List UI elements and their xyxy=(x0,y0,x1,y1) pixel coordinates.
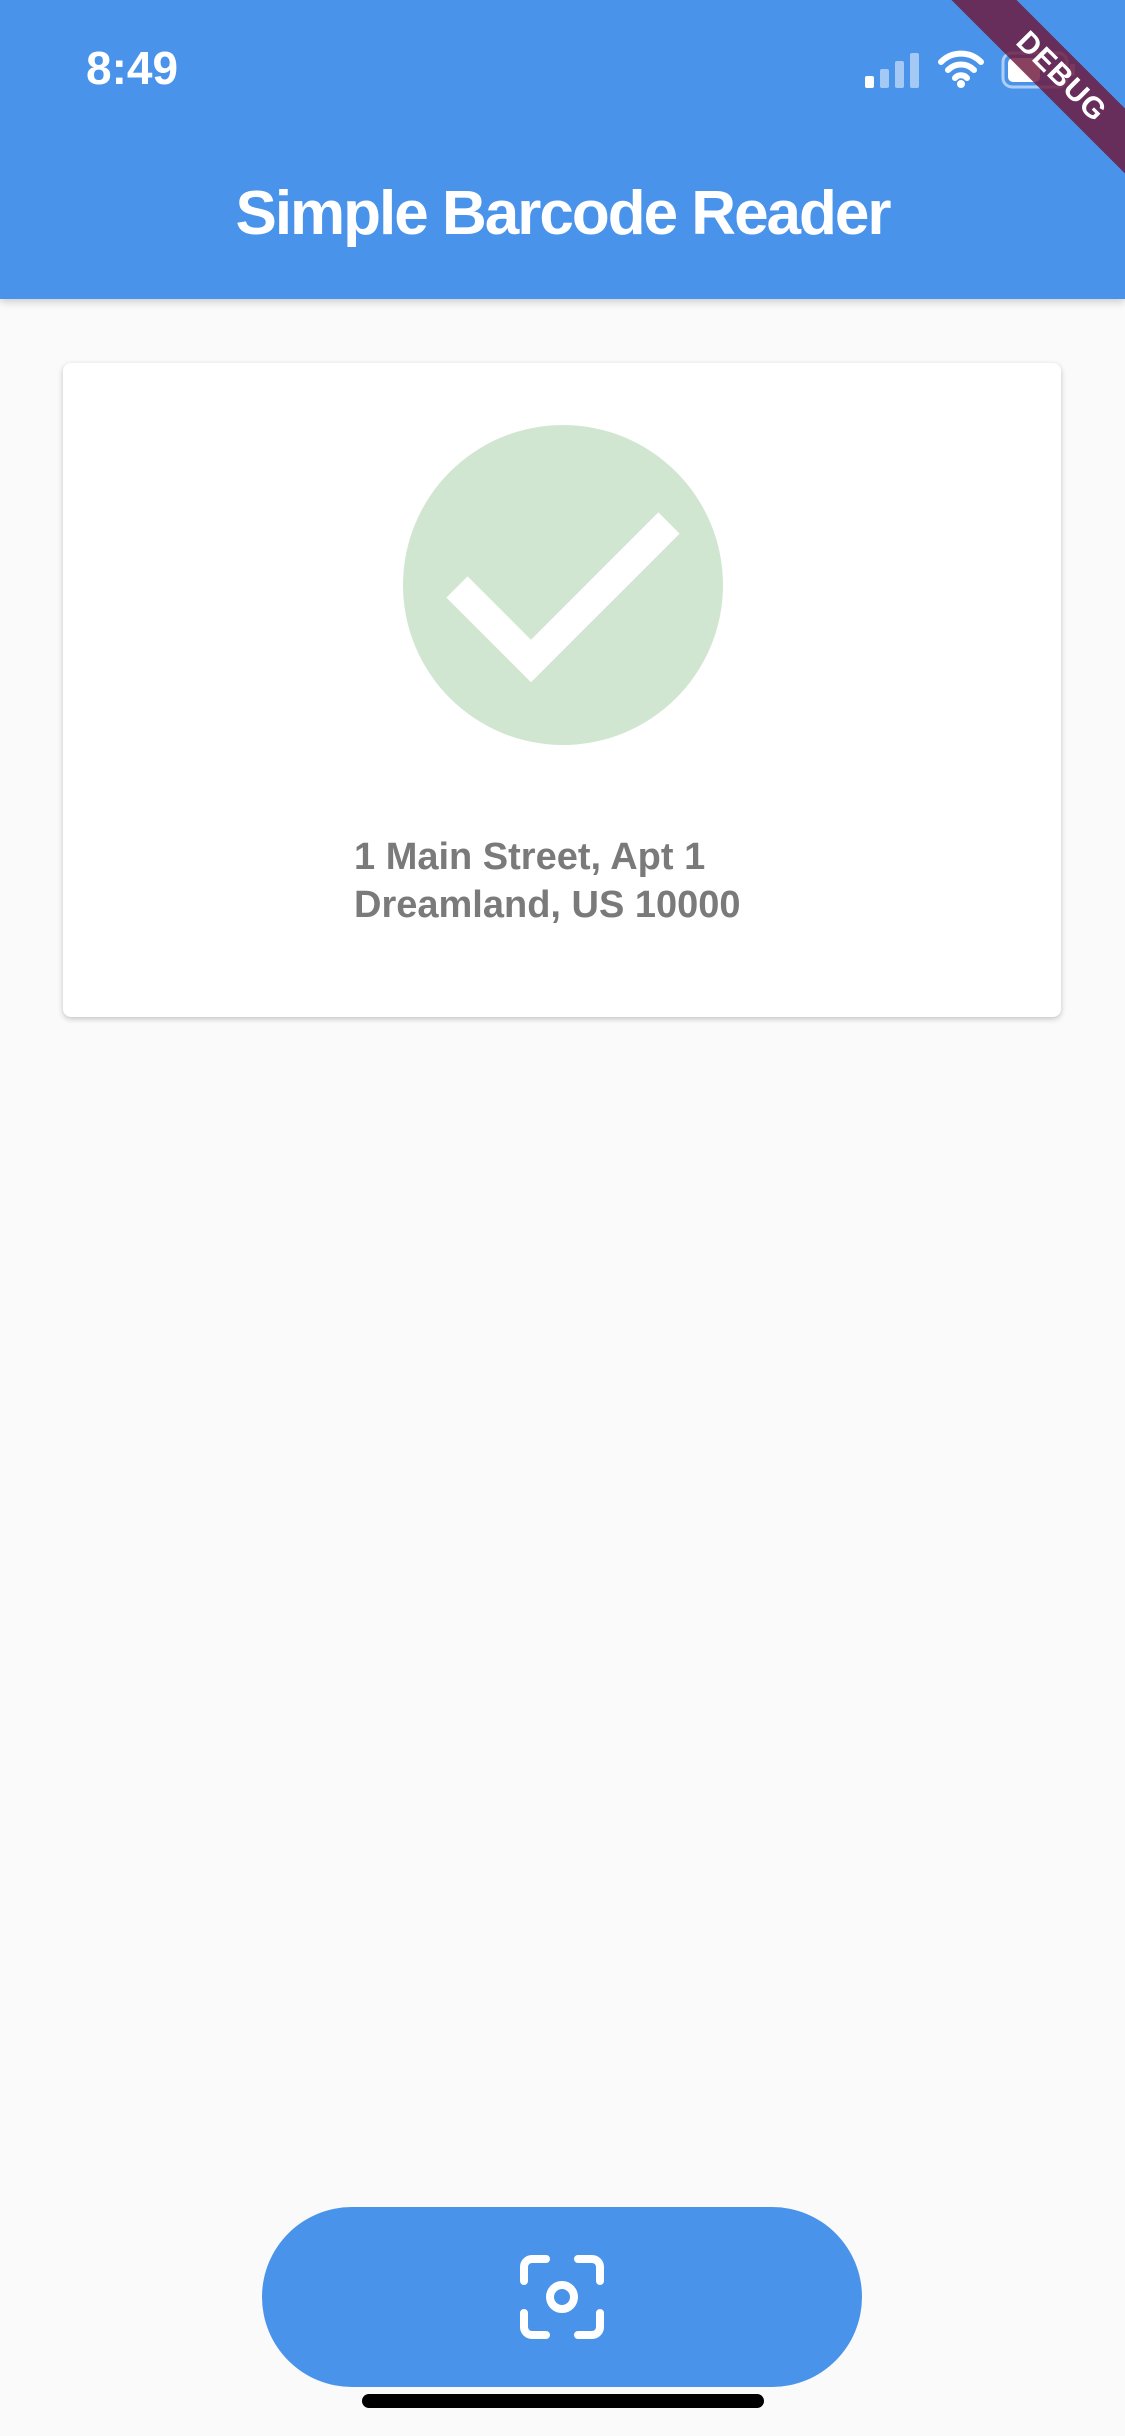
status-time: 8:49 xyxy=(86,42,179,94)
home-indicator xyxy=(362,2394,764,2408)
scanned-address: 1 Main Street, Apt 1 Dreamland, US 10000 xyxy=(354,833,741,929)
check-circle-icon xyxy=(403,425,723,745)
address-line-2: Dreamland, US 10000 xyxy=(354,884,741,926)
checkmark-icon xyxy=(446,512,680,683)
result-card: 1 Main Street, Apt 1 Dreamland, US 10000 xyxy=(63,363,1061,1017)
address-line-1: 1 Main Street, Apt 1 xyxy=(354,836,706,878)
cellular-signal-icon xyxy=(865,53,919,88)
camera-scan-icon xyxy=(520,2255,604,2339)
debug-banner-label: DEBUG xyxy=(931,0,1125,200)
debug-banner: DEBUG xyxy=(925,0,1125,200)
scan-button[interactable] xyxy=(262,2207,862,2387)
